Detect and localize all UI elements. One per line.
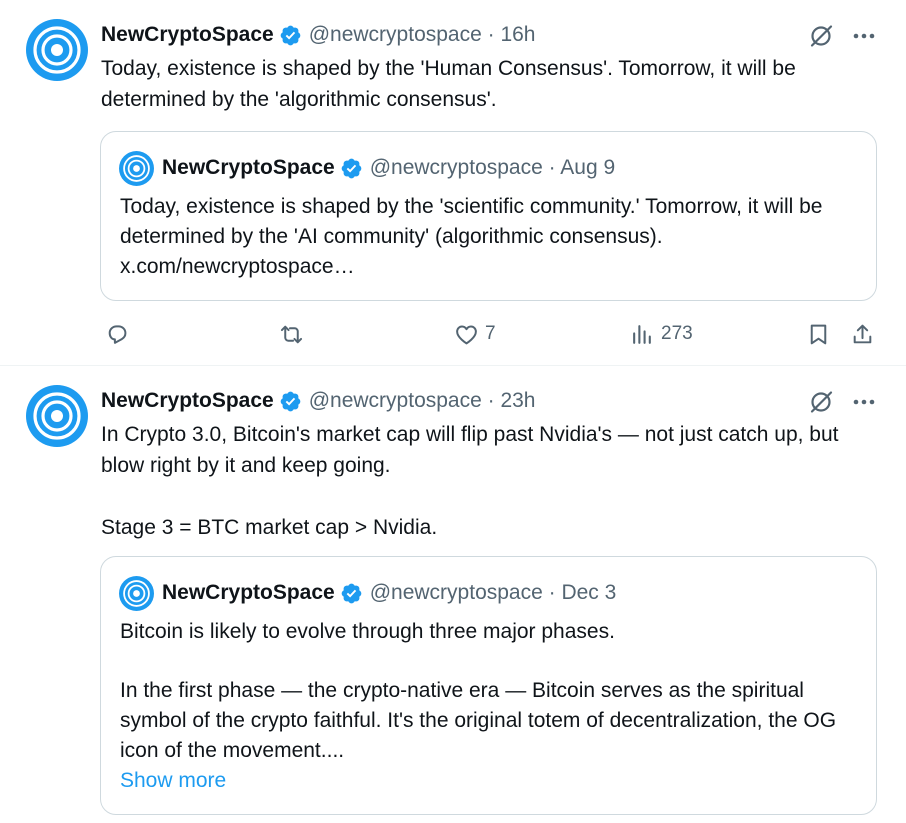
reply-button[interactable] (105, 318, 130, 350)
tweet[interactable]: NewCryptoSpace @newcryptospace · 16h Tod… (0, 0, 906, 366)
author-name[interactable]: NewCryptoSpace (101, 23, 274, 47)
grok-icon[interactable] (808, 23, 834, 49)
author-handle-time[interactable]: @newcryptospace · 23h (309, 389, 536, 413)
author-handle-time: @newcryptospace · Dec 3 (369, 581, 617, 604)
author-name[interactable]: NewCryptoSpace (101, 389, 274, 413)
author-handle-time[interactable]: @newcryptospace · 16h (309, 23, 536, 47)
grok-icon[interactable] (808, 389, 834, 415)
share-button[interactable] (850, 318, 875, 350)
author-handle-time: @newcryptospace · Aug 9 (369, 156, 616, 179)
retweet-button[interactable] (279, 318, 304, 350)
verified-badge-icon (340, 582, 363, 605)
tweet-header: NewCryptoSpace @newcryptospace · 23h (101, 384, 535, 418)
tweet-text-paragraph: Stage 3 = BTC market cap > Nvidia. (101, 516, 438, 539)
avatar[interactable] (119, 151, 154, 186)
tweet-text-paragraph: Today, existence is shaped by the 'Human… (101, 57, 796, 111)
views-button[interactable]: 273 (630, 318, 693, 350)
avatar[interactable] (119, 576, 154, 611)
avatar[interactable] (26, 19, 88, 81)
tweet-text-paragraph: In Crypto 3.0, Bitcoin's market cap will… (101, 423, 839, 477)
tweet[interactable]: NewCryptoSpace @newcryptospace · 23h In … (0, 366, 906, 823)
bookmark-icon (810, 324, 827, 344)
reply-icon (108, 324, 127, 344)
quoted-tweet-paragraph: In the first phase — the crypto-native e… (120, 679, 837, 762)
verified-badge-icon (279, 24, 302, 47)
author-name: NewCryptoSpace (162, 581, 335, 604)
like-button[interactable]: 7 (454, 318, 496, 350)
quoted-tweet-text: Today, existence is shaped by the 'scien… (120, 192, 860, 282)
show-more-link[interactable]: Show more (120, 766, 860, 796)
tweet-header: NewCryptoSpace @newcryptospace · 16h (101, 18, 535, 52)
tweet-text: In Crypto 3.0, Bitcoin's market cap will… (101, 419, 876, 543)
like-count: 7 (485, 323, 496, 344)
quoted-tweet-paragraph: Bitcoin is likely to evolve through thre… (120, 620, 615, 643)
more-options-icon[interactable] (851, 391, 877, 413)
more-options-icon[interactable] (851, 25, 877, 47)
share-icon (853, 324, 872, 343)
bookmark-button[interactable] (806, 318, 831, 350)
heart-icon (456, 324, 477, 344)
quoted-tweet-paragraph: Today, existence is shaped by the 'scien… (120, 195, 823, 278)
verified-badge-icon (279, 390, 302, 413)
quoted-tweet[interactable]: NewCryptoSpace @newcryptospace · Aug 9 T… (100, 131, 877, 301)
quoted-tweet-header: NewCryptoSpace @newcryptospace · Dec 3 (119, 577, 616, 609)
quoted-tweet-text: Bitcoin is likely to evolve through thre… (120, 617, 860, 796)
retweet-icon (280, 325, 303, 343)
tweet-text: Today, existence is shaped by the 'Human… (101, 53, 876, 115)
avatar[interactable] (26, 385, 88, 447)
view-count: 273 (661, 323, 693, 344)
verified-badge-icon (340, 157, 363, 180)
author-name: NewCryptoSpace (162, 156, 335, 179)
quoted-tweet[interactable]: NewCryptoSpace @newcryptospace · Dec 3 B… (100, 556, 877, 815)
quoted-tweet-header: NewCryptoSpace @newcryptospace · Aug 9 (119, 152, 615, 184)
views-chart-icon (633, 324, 651, 344)
tweet-actions: 7 273 (101, 318, 881, 350)
